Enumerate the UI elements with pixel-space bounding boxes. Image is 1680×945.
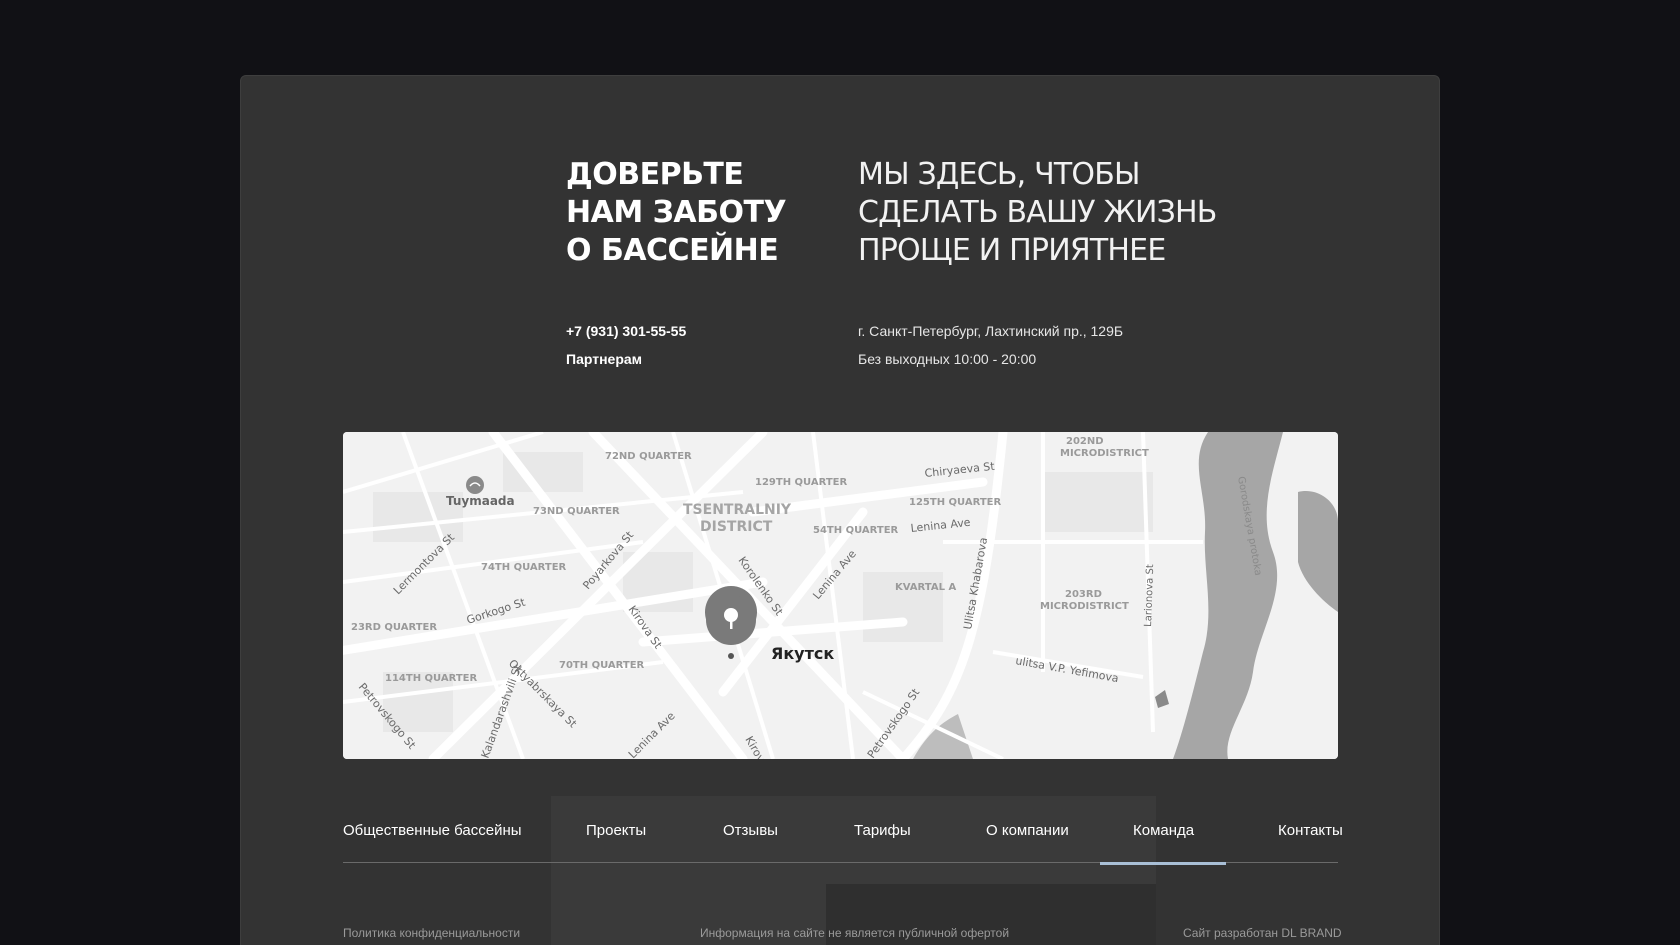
- map-label-district: DISTRICT: [700, 519, 773, 535]
- stadium-icon: [466, 476, 484, 494]
- nav-item-contacts[interactable]: Контакты: [1278, 798, 1343, 863]
- privacy-policy-link[interactable]: Политика конфиденциальности: [343, 926, 520, 940]
- hero-right-line-3: ПРОЩЕ И ПРИЯТНЕЕ: [858, 233, 1166, 268]
- hero-heading-left: ДОВЕРЬТЕ НАМ ЗАБОТУ О БАССЕЙНЕ: [566, 156, 787, 270]
- map-label-203rd: 203RD: [1065, 589, 1102, 600]
- map-label-73nd-quarter: 73ND QUARTER: [533, 506, 620, 517]
- address-text: г. Санкт-Петербург, Лахтинский пр., 129Б: [858, 323, 1124, 339]
- nav-item-projects[interactable]: Проекты: [586, 798, 646, 863]
- footer-nav: Общественные бассейны Проекты Отзывы Тар…: [343, 798, 1343, 865]
- nav-item-team[interactable]: Команда: [1099, 798, 1227, 865]
- map-marker-label: Якутск: [771, 644, 834, 663]
- hero-left-line-2: НАМ ЗАБОТУ: [566, 195, 787, 230]
- map-label-125th-quarter: 125TH QUARTER: [909, 497, 1002, 508]
- public-offer-disclaimer: Информация на сайте не является публично…: [700, 926, 1010, 940]
- working-hours-text: Без выходных 10:00 - 20:00: [858, 351, 1037, 367]
- nav-item-reviews[interactable]: Отзывы: [723, 798, 778, 863]
- map-label-tsentralniy: TSENTRALNIY: [683, 502, 792, 518]
- map-label-microdistrict-2: MICRODISTRICT: [1040, 601, 1129, 612]
- map-label-72nd-quarter: 72ND QUARTER: [605, 451, 692, 462]
- hero-right-line-1: МЫ ЗДЕСЬ, ЧТОБЫ: [858, 157, 1140, 192]
- partners-link[interactable]: Партнерам: [566, 351, 642, 367]
- hero-left-line-3: О БАССЕЙНЕ: [566, 233, 779, 268]
- developer-credit-link[interactable]: Сайт разработан DL BRAND: [1183, 926, 1342, 940]
- nav-item-tariffs[interactable]: Тарифы: [854, 798, 911, 863]
- map-street-larionova: Larionova St: [1143, 564, 1156, 627]
- map-label-kvartal-a: KVARTAL A: [895, 582, 956, 593]
- map-label-202nd: 202ND: [1066, 436, 1104, 447]
- map-label-129th-quarter: 129TH QUARTER: [755, 477, 848, 488]
- hero-heading-right: МЫ ЗДЕСЬ, ЧТОБЫ СДЕЛАТЬ ВАШУ ЖИЗНЬ ПРОЩЕ…: [858, 156, 1217, 270]
- phone-link[interactable]: +7 (931) 301-55-55: [566, 323, 686, 339]
- hero-right-line-2: СДЕЛАТЬ ВАШУ ЖИЗНЬ: [858, 195, 1217, 230]
- nav-item-public-pools[interactable]: Общественные бассейны: [343, 798, 522, 863]
- hero-left-line-1: ДОВЕРЬТЕ: [566, 157, 744, 192]
- map-label-54th-quarter: 54TH QUARTER: [813, 525, 899, 536]
- map-label-23rd-quarter: 23RD QUARTER: [351, 622, 437, 633]
- contacts-card: ДОВЕРЬТЕ НАМ ЗАБОТУ О БАССЕЙНЕ МЫ ЗДЕСЬ,…: [240, 75, 1440, 945]
- map-label-74th-quarter: 74TH QUARTER: [481, 562, 567, 573]
- map-label-microdistrict-1: MICRODISTRICT: [1060, 448, 1149, 459]
- map-label-70th-quarter: 70TH QUARTER: [559, 660, 645, 671]
- map-label-114th-quarter: 114TH QUARTER: [385, 673, 478, 684]
- nav-item-about[interactable]: О компании: [986, 798, 1069, 863]
- location-map[interactable]: 72ND QUARTER 129TH QUARTER 202ND MICRODI…: [343, 432, 1338, 759]
- map-label-tuymaada: Tuymaada: [446, 494, 515, 508]
